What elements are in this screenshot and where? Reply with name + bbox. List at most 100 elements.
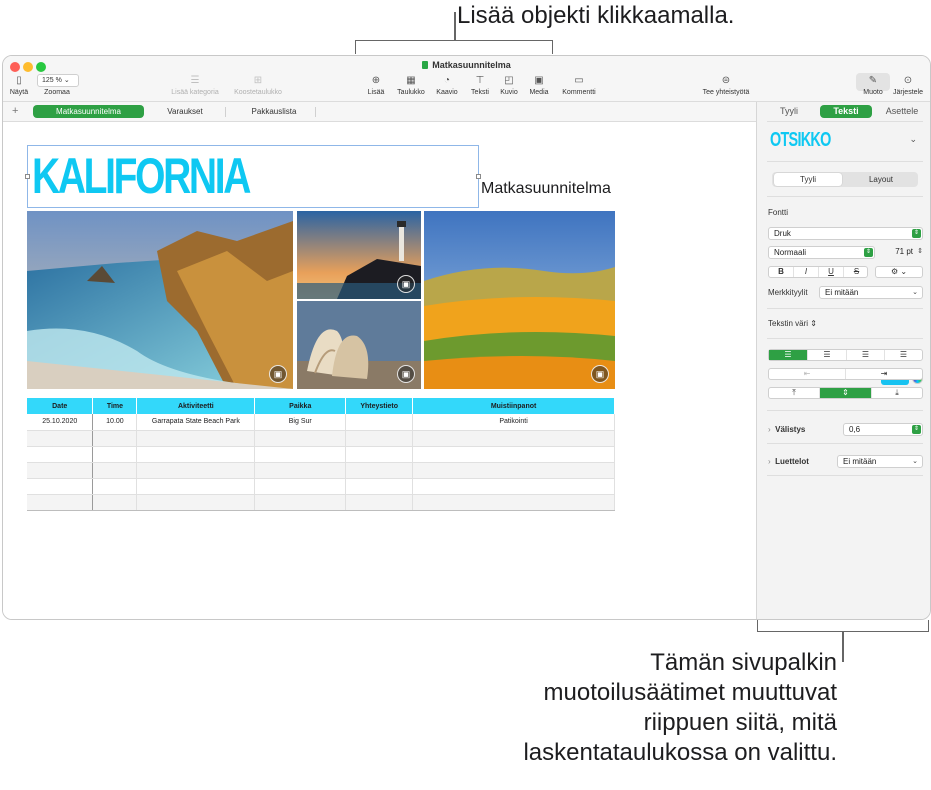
add-sheet-button[interactable]: + [12,105,18,117]
table-cell[interactable] [92,430,138,447]
table-cell[interactable] [345,414,414,431]
add-category-button[interactable]: ☰ Lisää kategoria [167,75,223,96]
table-header-cell[interactable]: Aktiviteetti [136,398,256,414]
sidebar-tab-arrange[interactable]: Asettele [878,105,926,118]
underline-button[interactable]: U [819,267,844,277]
image-icon[interactable]: ▣ [591,365,609,383]
table-cell[interactable] [412,462,615,479]
table-cell[interactable] [92,462,138,479]
media-button[interactable]: ▣ Media [528,75,550,96]
table-cell[interactable] [136,462,256,479]
table-cell[interactable] [412,446,615,463]
sidebar-tab-style[interactable]: Tyyli [771,105,807,118]
table-cell[interactable] [136,478,256,495]
stepper-icon[interactable]: ⇕ [917,246,923,257]
char-styles-select[interactable]: Ei mitään ⌄ [819,286,923,299]
table-cell[interactable] [254,478,347,495]
comment-button[interactable]: ▭ Kommentti [559,75,599,96]
lists-select[interactable]: Ei mitään ⌄ [837,455,923,468]
shape-button[interactable]: ◰ Kuvio [499,75,519,96]
table-cell[interactable] [27,494,94,511]
table-header-cell[interactable]: Date [27,398,94,414]
text-color-label[interactable]: Tekstin väri ⇕ [768,319,817,328]
decrease-indent-icon[interactable]: ⇤ [769,369,846,379]
text-button[interactable]: ⊤ Teksti [469,75,491,96]
align-right-icon[interactable]: ☰ [847,350,885,360]
table-cell[interactable] [92,494,138,511]
pivot-table-button[interactable]: ⊞ Koostetaulukko [229,75,287,96]
table-cell[interactable] [254,494,347,511]
table-cell[interactable] [254,462,347,479]
subtab-style[interactable]: Tyyli [774,173,842,186]
chart-button[interactable]: ◔ Kaavio [435,75,459,96]
table-header-cell[interactable]: Muistiinpanot [412,398,615,414]
paragraph-style-selector[interactable]: OTSIKKO ⌄ [765,123,925,159]
spacing-select[interactable]: 0,6 ⇕ [843,423,923,436]
table-cell[interactable] [345,478,414,495]
image-icon[interactable]: ▣ [397,275,415,293]
table-header-cell[interactable]: Paikka [254,398,347,414]
table-header-cell[interactable]: Time [92,398,138,414]
itinerary-table[interactable]: Date Time Aktiviteetti Paikka Yhteystiet… [27,398,615,511]
table-cell[interactable]: Garrapata State Beach Park [136,414,256,431]
table-cell[interactable] [412,430,615,447]
table-cell[interactable] [27,446,94,463]
selection-handle[interactable] [476,174,481,179]
format-button[interactable]: ✎ Muoto [858,75,888,96]
table-cell[interactable] [412,494,615,511]
photo-seals[interactable]: ▣ [297,301,421,389]
strikethrough-button[interactable]: S [844,267,869,277]
table-cell[interactable] [345,446,414,463]
sheet-tab-packing-list[interactable]: Pakkauslista [229,105,319,118]
image-icon[interactable]: ▣ [269,365,287,383]
table-cell[interactable] [254,430,347,447]
align-top-icon[interactable]: ⤒ [769,388,820,398]
italic-button[interactable]: I [794,267,819,277]
table-cell[interactable] [345,494,414,511]
table-button[interactable]: ▦ Taulukko [395,75,427,96]
table-cell[interactable] [254,446,347,463]
sheet-tab-itinerary[interactable]: Matkasuunnitelma [33,105,144,118]
table-cell[interactable] [345,430,414,447]
font-size-field[interactable]: 71 pt ⇕ [879,246,923,259]
font-name-select[interactable]: Druk ⇕ [768,227,923,240]
photo-poppies[interactable]: ▣ [424,211,615,389]
bold-button[interactable]: B [769,267,794,277]
advanced-options-button[interactable]: ⚙ ⌄ [875,266,923,278]
sheet-tab-reservations[interactable]: Varaukset [149,105,221,118]
organize-button[interactable]: ⊙ Järjestele [890,75,926,96]
title-text-box[interactable]: KALIFORNIA [25,145,481,208]
document-title[interactable]: KALIFORNIA [32,148,251,204]
align-justify-icon[interactable]: ☰ [885,350,922,360]
table-cell[interactable] [27,430,94,447]
table-cell[interactable] [27,478,94,495]
table-cell[interactable] [345,462,414,479]
table-cell[interactable]: 25.10.2020 [27,414,94,431]
increase-indent-icon[interactable]: ⇥ [846,369,922,379]
table-cell[interactable] [27,462,94,479]
zoom-select[interactable]: 125 % ⌄ [37,74,79,87]
table-cell[interactable]: Patikointi [412,414,615,431]
document-subtitle[interactable]: Matkasuunnitelma [481,180,611,198]
sheet-canvas[interactable]: KALIFORNIA Matkasuunnitelma ▣ ▣ ▣ ▣ Date… [3,123,756,619]
image-icon[interactable]: ▣ [397,365,415,383]
align-left-icon[interactable]: ☰ [769,350,808,360]
table-header-cell[interactable]: Yhteystieto [345,398,414,414]
table-cell[interactable] [412,478,615,495]
spacing-section[interactable]: › Välistys [768,425,805,434]
font-weight-select[interactable]: Normaali ⇕ [768,246,875,259]
table-cell[interactable]: 10.00 [92,414,138,431]
align-bottom-icon[interactable]: ⤓ [872,388,922,398]
table-cell[interactable] [92,478,138,495]
photo-lighthouse[interactable]: ▣ [297,211,421,299]
table-cell[interactable] [92,446,138,463]
table-cell[interactable]: Big Sur [254,414,347,431]
table-cell[interactable] [136,494,256,511]
subtab-layout[interactable]: Layout [846,173,916,186]
view-button[interactable]: ▯ Näytä [8,75,30,96]
table-cell[interactable] [136,446,256,463]
collaborate-button[interactable]: ⊜ Tee yhteistyötä [699,75,753,96]
sidebar-tab-text[interactable]: Teksti [820,105,872,118]
photo-coast[interactable]: ▣ [27,211,293,389]
lists-section[interactable]: › Luettelot [768,457,809,466]
